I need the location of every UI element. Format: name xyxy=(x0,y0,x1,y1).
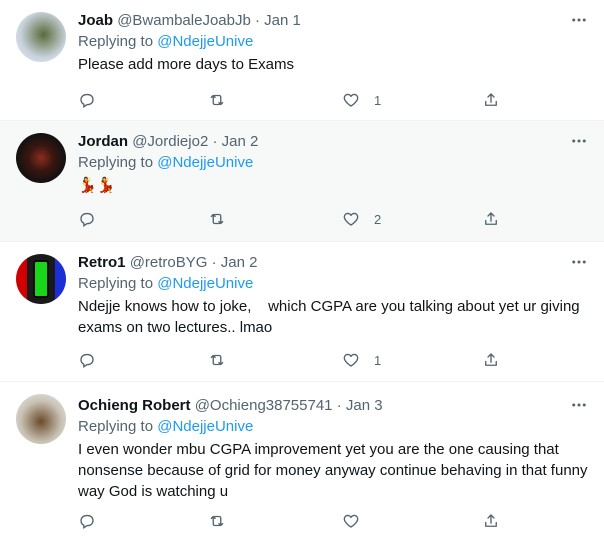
display-name[interactable]: Joab xyxy=(78,12,113,29)
avatar[interactable] xyxy=(16,133,66,183)
display-name[interactable]: Ochieng Robert xyxy=(78,397,191,414)
user-handle[interactable]: @Jordiejo2 xyxy=(132,133,208,150)
user-handle[interactable]: @Ochieng38755741 xyxy=(195,397,333,414)
retweet-icon xyxy=(210,213,224,225)
replying-to-link[interactable]: @NdejjeUnive xyxy=(157,418,253,435)
tweet-text: I even wonder mbu CGPA improvement yet y… xyxy=(78,441,588,500)
reply-button[interactable] xyxy=(78,88,96,112)
replying-to-link[interactable]: @NdejjeUnive xyxy=(157,154,253,171)
more-icon[interactable] xyxy=(566,392,592,418)
tweet-actions: 2 xyxy=(78,207,508,231)
more-icon[interactable] xyxy=(566,7,592,33)
dot-separator: · xyxy=(332,397,346,414)
avatar[interactable] xyxy=(16,12,66,62)
reply-button[interactable] xyxy=(78,509,96,533)
like-button[interactable]: 1 xyxy=(342,88,381,112)
retweet-button[interactable] xyxy=(208,509,226,533)
reply-button[interactable] xyxy=(78,348,96,372)
more-icon[interactable] xyxy=(566,128,592,154)
avatar-image xyxy=(33,260,49,298)
like-count: 1 xyxy=(374,352,382,368)
dot-separator: · xyxy=(207,254,221,271)
user-handle[interactable]: @retroBYG xyxy=(130,254,208,271)
reply-icon xyxy=(80,514,94,529)
reply-feed: Joab @BwambaleJoabJb · Jan 1 Replying to… xyxy=(0,0,604,539)
like-button[interactable]: 2 xyxy=(342,207,381,231)
tweet[interactable]: Retro1 @retroBYG · Jan 2 Replying to @Nd… xyxy=(0,242,604,382)
share-icon xyxy=(485,514,497,527)
reply-icon xyxy=(80,212,94,227)
tweet[interactable]: Joab @BwambaleJoabJb · Jan 1 Replying to… xyxy=(0,0,604,121)
avatar[interactable] xyxy=(16,254,66,304)
replying-to: Replying to @NdejjeUnive xyxy=(78,417,588,437)
tweet-actions: 1 xyxy=(78,348,508,372)
like-count: 1 xyxy=(374,92,382,108)
replying-prefix: Replying to xyxy=(78,275,158,292)
retweet-button[interactable] xyxy=(208,348,226,372)
tweet-date[interactable]: Jan 1 xyxy=(264,12,301,29)
retweet-icon xyxy=(210,354,224,366)
tweet-header: Retro1 @retroBYG · Jan 2 xyxy=(78,253,588,273)
replying-prefix: Replying to xyxy=(78,33,158,50)
like-button[interactable] xyxy=(342,509,374,533)
share-button[interactable] xyxy=(482,509,500,533)
heart-icon xyxy=(343,212,359,226)
replying-to-link[interactable]: @NdejjeUnive xyxy=(157,275,253,292)
replying-prefix: Replying to xyxy=(78,154,158,171)
tweet-actions: 1 xyxy=(78,88,508,112)
reply-button[interactable] xyxy=(78,207,96,231)
share-icon xyxy=(485,353,497,366)
tweet-text: 💃💃 xyxy=(78,177,116,194)
share-button[interactable] xyxy=(482,348,500,372)
dot-separator: · xyxy=(250,12,265,29)
share-button[interactable] xyxy=(482,207,500,231)
tweet-header: Jordan @Jordiejo2 · Jan 2 xyxy=(78,132,588,152)
tweet[interactable]: Ochieng Robert @Ochieng38755741 · Jan 3 … xyxy=(0,382,604,539)
retweet-button[interactable] xyxy=(208,207,226,231)
tweet-date[interactable]: Jan 2 xyxy=(222,133,259,150)
tweet-text: Please add more days to Exams xyxy=(78,56,294,73)
more-icon[interactable] xyxy=(566,249,592,275)
display-name[interactable]: Retro1 xyxy=(78,254,126,271)
replying-to: Replying to @NdejjeUnive xyxy=(78,274,588,294)
share-button[interactable] xyxy=(482,88,500,112)
user-handle[interactable]: @BwambaleJoabJb xyxy=(117,12,251,29)
heart-icon xyxy=(343,93,359,107)
retweet-icon xyxy=(210,94,224,106)
retweet-icon xyxy=(210,515,224,527)
heart-icon xyxy=(343,514,359,528)
dot-separator: · xyxy=(208,133,222,150)
tweet[interactable]: Jordan @Jordiejo2 · Jan 2 Replying to @N… xyxy=(0,121,604,242)
retweet-button[interactable] xyxy=(208,88,226,112)
share-icon xyxy=(485,93,497,106)
tweet-header: Joab @BwambaleJoabJb · Jan 1 xyxy=(78,11,588,31)
like-button[interactable]: 1 xyxy=(342,348,381,372)
replying-to-link[interactable]: @NdejjeUnive xyxy=(157,33,253,50)
reply-icon xyxy=(80,93,94,108)
tweet-date[interactable]: Jan 3 xyxy=(346,397,383,414)
reply-icon xyxy=(80,353,94,368)
replying-to: Replying to @NdejjeUnive xyxy=(78,153,588,173)
like-count: 2 xyxy=(374,211,382,227)
heart-icon xyxy=(343,353,359,367)
display-name[interactable]: Jordan xyxy=(78,133,128,150)
replying-to: Replying to @NdejjeUnive xyxy=(78,32,588,52)
tweet-actions xyxy=(78,509,508,533)
avatar[interactable] xyxy=(16,394,66,444)
tweet-header: Ochieng Robert @Ochieng38755741 · Jan 3 xyxy=(78,396,588,416)
tweet-date[interactable]: Jan 2 xyxy=(221,254,258,271)
tweet-text: Ndejje knows how to joke, which CGPA are… xyxy=(78,298,584,336)
replying-prefix: Replying to xyxy=(78,418,158,435)
share-icon xyxy=(485,212,497,225)
